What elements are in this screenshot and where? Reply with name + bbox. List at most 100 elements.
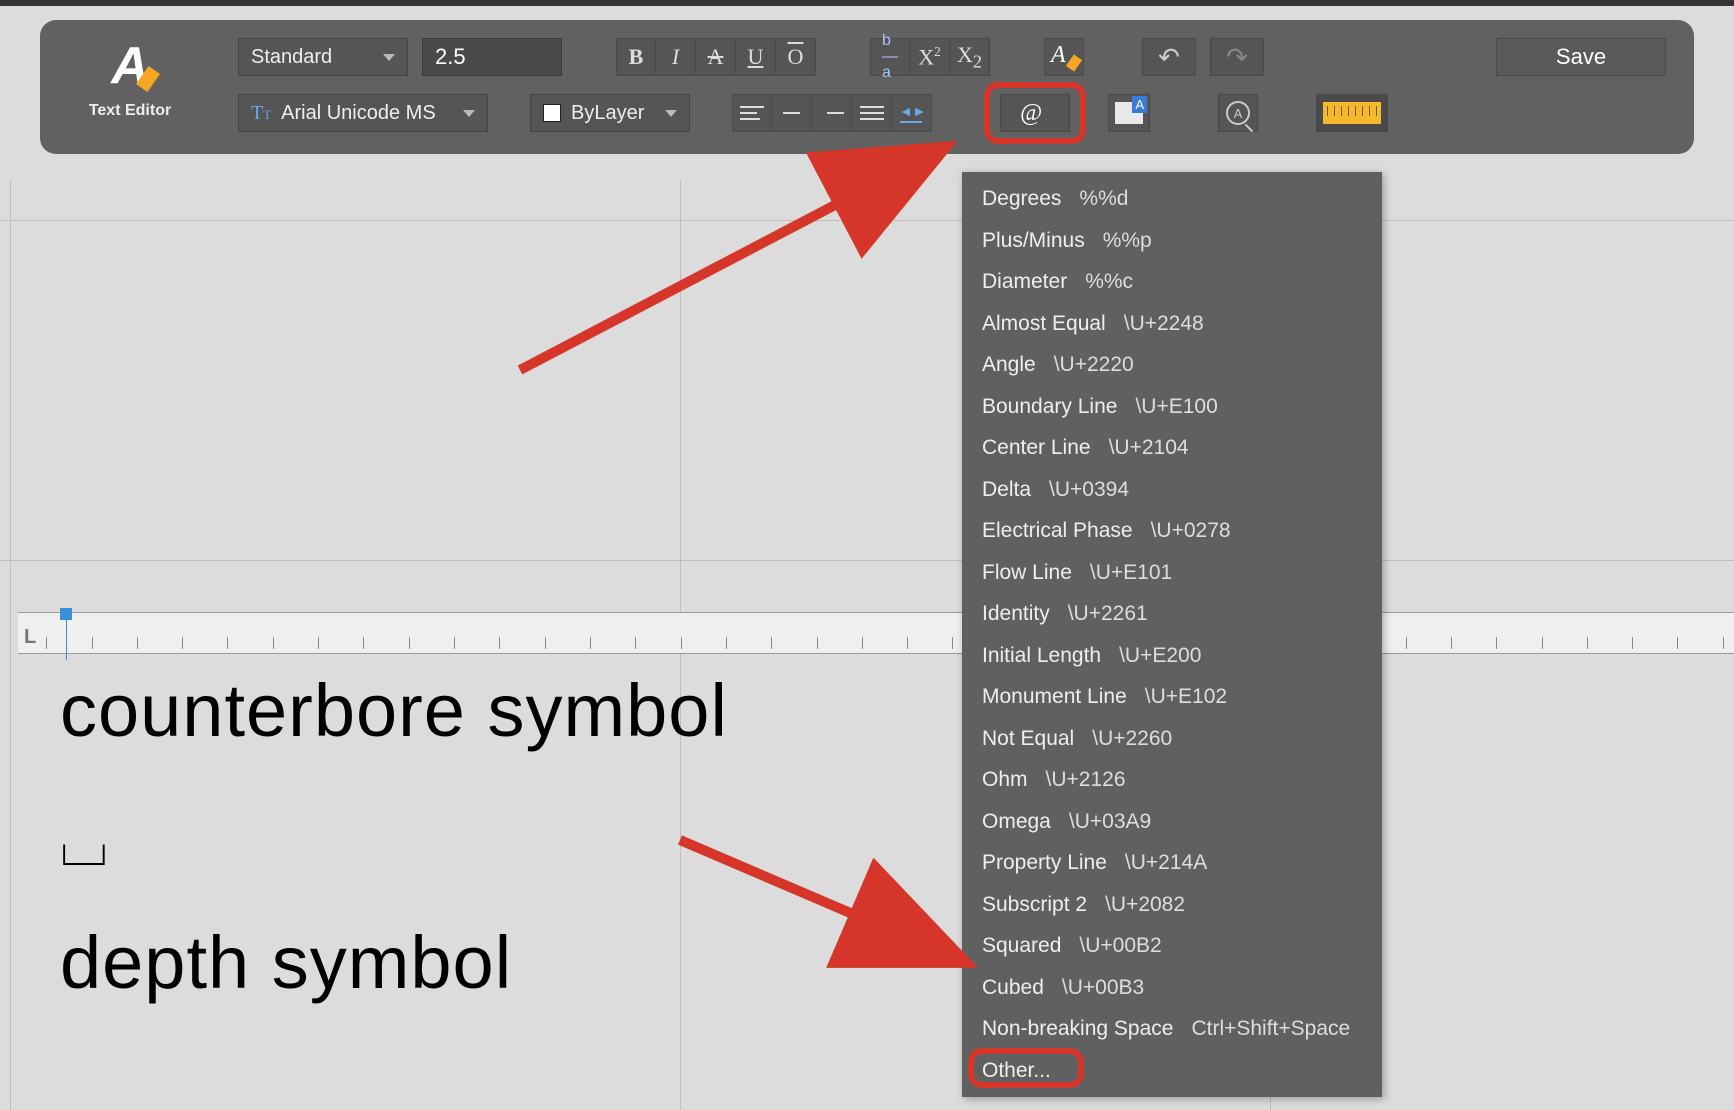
ruler-tick [92, 637, 93, 649]
symbol-menu-item-name: Monument Line [982, 681, 1127, 713]
symbol-menu-item[interactable]: Almost Equal\U+2248 [962, 303, 1382, 345]
ruler-tick [363, 637, 364, 649]
symbol-menu-item-code: \U+03A9 [1069, 806, 1151, 838]
symbol-menu-item-name: Diameter [982, 266, 1067, 298]
symbol-menu-item[interactable]: Monument Line\U+E102 [962, 676, 1382, 718]
symbol-menu-item[interactable]: Other... [962, 1050, 1382, 1092]
symbol-menu-item-name: Delta [982, 474, 1031, 506]
align-right-icon [820, 106, 844, 120]
ruler-tick [726, 637, 727, 649]
symbol-menu-item-name: Boundary Line [982, 391, 1117, 423]
chevron-down-icon [665, 110, 677, 117]
symbol-menu-item[interactable]: Identity\U+2261 [962, 593, 1382, 635]
symbol-menu-item[interactable]: Flow Line\U+E101 [962, 552, 1382, 594]
ruler-tick [454, 637, 455, 649]
clear-formatting-button[interactable] [1044, 38, 1084, 76]
overline-button[interactable]: O [776, 38, 816, 76]
canvas-text-line-1[interactable]: counterbore symbol [60, 668, 728, 753]
ruler-tick [907, 637, 908, 649]
align-right-button[interactable] [812, 94, 852, 132]
symbol-menu-item[interactable]: Subscript 2\U+2082 [962, 884, 1382, 926]
text-height-input[interactable] [422, 38, 562, 76]
italic-button[interactable]: I [656, 38, 696, 76]
save-button[interactable]: Save [1496, 38, 1666, 76]
symbol-menu-item[interactable]: Degrees%%d [962, 178, 1382, 220]
ruler-tick [1496, 637, 1497, 649]
symbol-menu-item[interactable]: Plus/Minus%%p [962, 220, 1382, 262]
color-value: ByLayer [571, 102, 644, 125]
font-value: Arial Unicode MS [281, 102, 436, 125]
ruler-tick [1723, 637, 1724, 649]
font-dropdown[interactable]: TT Arial Unicode MS [238, 94, 488, 132]
ruler-tick [1406, 637, 1407, 649]
insert-symbol-button[interactable]: @ [1000, 94, 1070, 132]
ruler-tick [545, 637, 546, 649]
symbol-menu-item[interactable]: Diameter%%c [962, 261, 1382, 303]
ruler-icon [1323, 102, 1381, 124]
redo-button[interactable] [1210, 38, 1264, 76]
grid-line [0, 220, 1734, 221]
symbol-menu-item[interactable]: Angle\U+2220 [962, 344, 1382, 386]
ruler-tick [952, 637, 953, 649]
bold-button[interactable]: B [616, 38, 656, 76]
ruler-toggle-button[interactable] [1316, 94, 1388, 132]
insert-field-button[interactable] [1108, 94, 1150, 132]
pencil-icon [136, 66, 160, 92]
symbol-menu-item-code: \U+E101 [1090, 557, 1172, 589]
symbol-menu-item-name: Initial Length [982, 640, 1101, 672]
distribute-width-button[interactable]: ◄ ► [892, 94, 932, 132]
align-justify-button[interactable] [852, 94, 892, 132]
align-center-button[interactable] [772, 94, 812, 132]
align-center-icon [780, 106, 804, 120]
text-format-group: B I A U O [616, 38, 816, 76]
redo-icon [1226, 42, 1248, 73]
symbol-menu-item[interactable]: Initial Length \U+E200 [962, 635, 1382, 677]
grid-line [10, 180, 11, 1110]
align-left-button[interactable] [732, 94, 772, 132]
subscript-button[interactable]: X2 [950, 38, 990, 76]
ruler-origin-marker: L [24, 626, 36, 649]
symbol-dropdown-menu: Degrees%%dPlus/Minus%%pDiameter%%cAlmost… [962, 172, 1382, 1097]
symbol-menu-item-code: \U+E100 [1135, 391, 1217, 423]
symbol-menu-item-code: \U+2082 [1105, 889, 1185, 921]
ruler-tick [771, 637, 772, 649]
undo-button[interactable] [1142, 38, 1196, 76]
symbol-button-wrap: @ [1000, 94, 1070, 132]
chevron-down-icon [463, 110, 475, 117]
symbol-menu-item[interactable]: Not Equal\U+2260 [962, 718, 1382, 760]
symbol-menu-item[interactable]: Electrical Phase\U+0278 [962, 510, 1382, 552]
symbol-menu-item-name: Angle [982, 349, 1036, 381]
ruler-indent-handle[interactable] [60, 608, 72, 620]
symbol-menu-item[interactable]: Ohm\U+2126 [962, 759, 1382, 801]
symbol-menu-item[interactable]: Squared\U+00B2 [962, 925, 1382, 967]
find-replace-button[interactable]: A [1218, 94, 1258, 132]
symbol-menu-item-name: Ohm [982, 764, 1028, 796]
ruler-tick [635, 637, 636, 649]
symbol-menu-item[interactable]: Boundary Line \U+E100 [962, 386, 1382, 428]
clear-format-icon [1051, 44, 1077, 70]
text-ruler[interactable]: L [18, 612, 1734, 654]
symbol-menu-item[interactable]: Delta\U+0394 [962, 469, 1382, 511]
chevron-down-icon [383, 54, 395, 61]
stack-fraction-button[interactable]: b— a [870, 38, 910, 76]
strikethrough-button[interactable]: A [696, 38, 736, 76]
symbol-menu-item-code: \U+00B3 [1062, 972, 1144, 1004]
symbol-menu-item[interactable]: Omega\U+03A9 [962, 801, 1382, 843]
symbol-menu-item-code: \U+2260 [1092, 723, 1172, 755]
color-dropdown[interactable]: ByLayer [530, 94, 690, 132]
text-style-dropdown[interactable]: Standard [238, 38, 408, 76]
superscript-button[interactable]: X2 [910, 38, 950, 76]
symbol-menu-item[interactable]: Center Line \U+2104 [962, 427, 1382, 469]
symbol-menu-item[interactable]: Property Line\U+214A [962, 842, 1382, 884]
fraction-icon: b— a [882, 33, 898, 81]
symbol-menu-item-name: Center Line [982, 432, 1091, 464]
underline-button[interactable]: U [736, 38, 776, 76]
symbol-menu-item[interactable]: Non-breaking SpaceCtrl+Shift+Space [962, 1008, 1382, 1050]
symbol-menu-item-code: \U+E200 [1119, 640, 1201, 672]
ruler-tick [817, 637, 818, 649]
symbol-menu-item-code: \U+2104 [1109, 432, 1189, 464]
symbol-menu-item[interactable]: Cubed\U+00B3 [962, 967, 1382, 1009]
canvas-text-line-3[interactable]: depth symbol [60, 920, 512, 1005]
canvas-text-line-2[interactable]: ⌴ [60, 810, 109, 880]
symbol-menu-item-code: \U+2261 [1068, 598, 1148, 630]
